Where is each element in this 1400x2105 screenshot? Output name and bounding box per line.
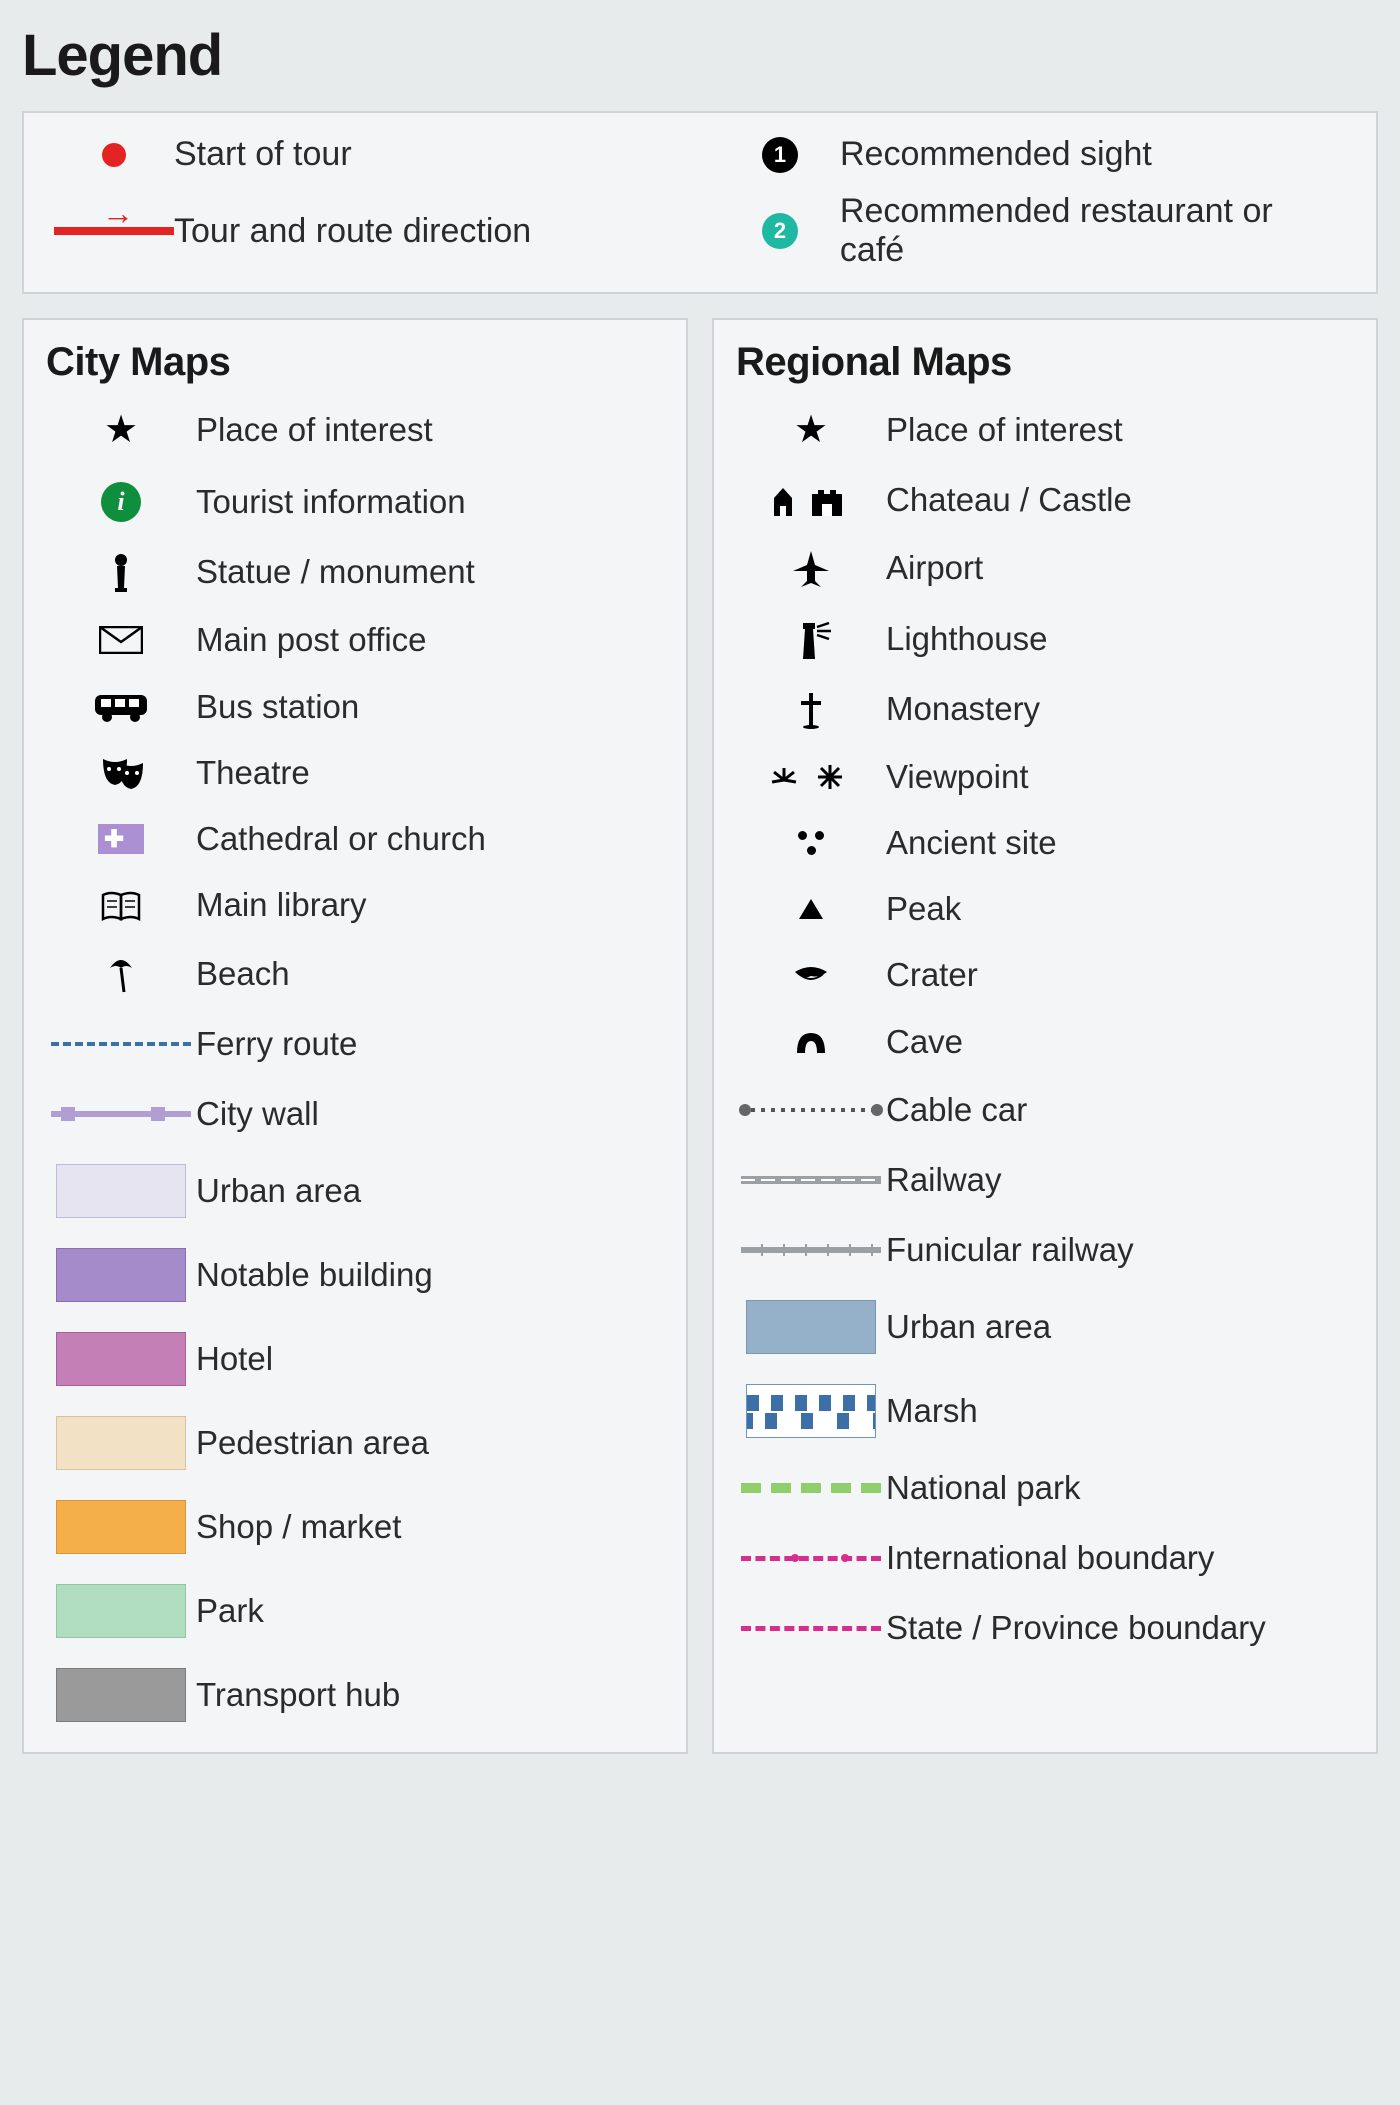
legend-item-cable-car: Cable car (736, 1090, 1354, 1130)
legend-item-recommended-sight: 1 Recommended sight (720, 135, 1346, 174)
regional-maps-column: Regional Maps ★ Place of interest Chatea… (712, 318, 1378, 1753)
church-icon: ✚ (46, 824, 196, 854)
marsh-swatch (736, 1384, 886, 1438)
city-maps-heading: City Maps (46, 340, 664, 385)
legend-item-hotel: Hotel (46, 1332, 664, 1386)
urban-area-reg-swatch (736, 1300, 886, 1354)
ferry-line-icon (46, 1024, 196, 1064)
legend-item-pedestrian-area: Pedestrian area (46, 1416, 664, 1470)
theatre-masks-icon (46, 755, 196, 791)
legend-item-city-wall: City wall (46, 1094, 664, 1134)
legend-item-shop-market: Shop / market (46, 1500, 664, 1554)
legend-item-transport-hub: Transport hub (46, 1668, 664, 1722)
legend-item-library: Main library (46, 887, 664, 923)
legend-item-monastery: Monastery (736, 691, 1354, 729)
legend-item-notable-building: Notable building (46, 1248, 664, 1302)
recommended-restaurant-icon: 2 (720, 213, 840, 249)
intl-boundary-line-icon (736, 1538, 886, 1578)
legend-top-box: Start of tour 1 Recommended sight → Tour… (22, 111, 1378, 294)
recommended-sight-label: Recommended sight (840, 135, 1152, 174)
star-icon: ★ (46, 407, 196, 452)
tour-direction-icon: → (54, 227, 174, 235)
viewpoint-icon (736, 762, 886, 792)
pedestrian-area-swatch (46, 1416, 196, 1470)
railway-line-icon (736, 1160, 886, 1200)
crater-icon (736, 964, 886, 988)
airplane-icon (736, 549, 886, 589)
legend-item-state-boundary: State / Province boundary (736, 1608, 1354, 1648)
regional-maps-heading: Regional Maps (736, 340, 1354, 385)
beach-umbrella-icon (46, 954, 196, 994)
tour-direction-label: Tour and route direction (174, 212, 531, 251)
envelope-icon (46, 626, 196, 654)
legend-item-railway: Railway (736, 1160, 1354, 1200)
legend-item-place-of-interest: ★ Place of interest (46, 407, 664, 452)
state-boundary-line-icon (736, 1608, 886, 1648)
urban-area-swatch (46, 1164, 196, 1218)
legend-item-crater: Crater (736, 957, 1354, 993)
hotel-swatch (46, 1332, 196, 1386)
castle-icon (736, 482, 886, 518)
legend-item-viewpoint: Viewpoint (736, 759, 1354, 795)
lighthouse-icon (736, 619, 886, 661)
ancient-site-icon (736, 831, 886, 855)
legend-item-national-park: National park (736, 1468, 1354, 1508)
legend-item-bus-station: Bus station (46, 689, 664, 725)
funicular-line-icon (736, 1230, 886, 1270)
peak-triangle-icon (736, 899, 886, 919)
city-maps-column: City Maps ★ Place of interest i Tourist … (22, 318, 688, 1753)
transport-hub-swatch (46, 1668, 196, 1722)
national-park-line-icon (736, 1468, 886, 1508)
legend-item-ancient-site: Ancient site (736, 825, 1354, 861)
notable-building-swatch (46, 1248, 196, 1302)
legend-item-tourist-info: i Tourist information (46, 482, 664, 522)
cave-icon (736, 1027, 886, 1057)
legend-item-theatre: Theatre (46, 755, 664, 791)
legend-item-cave: Cave (736, 1024, 1354, 1060)
recommended-restaurant-label: Recommended restaurant or café (840, 192, 1346, 270)
legend-item-church: ✚ Cathedral or church (46, 821, 664, 857)
city-wall-line-icon (46, 1094, 196, 1134)
start-of-tour-icon (54, 143, 174, 167)
legend-item-reg-urban-area: Urban area (736, 1300, 1354, 1354)
legend-item-peak: Peak (736, 891, 1354, 927)
legend-item-funicular: Funicular railway (736, 1230, 1354, 1270)
statue-icon (46, 552, 196, 592)
legend-item-lighthouse: Lighthouse (736, 619, 1354, 661)
legend-item-tour-direction: → Tour and route direction (54, 192, 680, 270)
star-icon: ★ (736, 407, 886, 452)
legend-item-chateau-castle: Chateau / Castle (736, 482, 1354, 518)
shop-market-swatch (46, 1500, 196, 1554)
start-of-tour-label: Start of tour (174, 135, 352, 174)
info-icon: i (46, 482, 196, 522)
legend-item-ferry-route: Ferry route (46, 1024, 664, 1064)
recommended-sight-icon: 1 (720, 137, 840, 173)
cross-icon (736, 691, 886, 729)
park-swatch (46, 1584, 196, 1638)
legend-item-start-of-tour: Start of tour (54, 135, 680, 174)
legend-title: Legend (22, 22, 1378, 89)
legend-item-reg-place-of-interest: ★ Place of interest (736, 407, 1354, 452)
legend-item-marsh: Marsh (736, 1384, 1354, 1438)
legend-item-intl-boundary: International boundary (736, 1538, 1354, 1578)
cable-car-line-icon (736, 1090, 886, 1130)
legend-item-urban-area: Urban area (46, 1164, 664, 1218)
legend-item-park: Park (46, 1584, 664, 1638)
book-icon (46, 889, 196, 923)
legend-item-beach: Beach (46, 954, 664, 994)
legend-item-airport: Airport (736, 549, 1354, 589)
bus-icon (46, 691, 196, 723)
legend-item-recommended-restaurant: 2 Recommended restaurant or café (720, 192, 1346, 270)
legend-item-statue: Statue / monument (46, 552, 664, 592)
legend-item-post-office: Main post office (46, 622, 664, 658)
